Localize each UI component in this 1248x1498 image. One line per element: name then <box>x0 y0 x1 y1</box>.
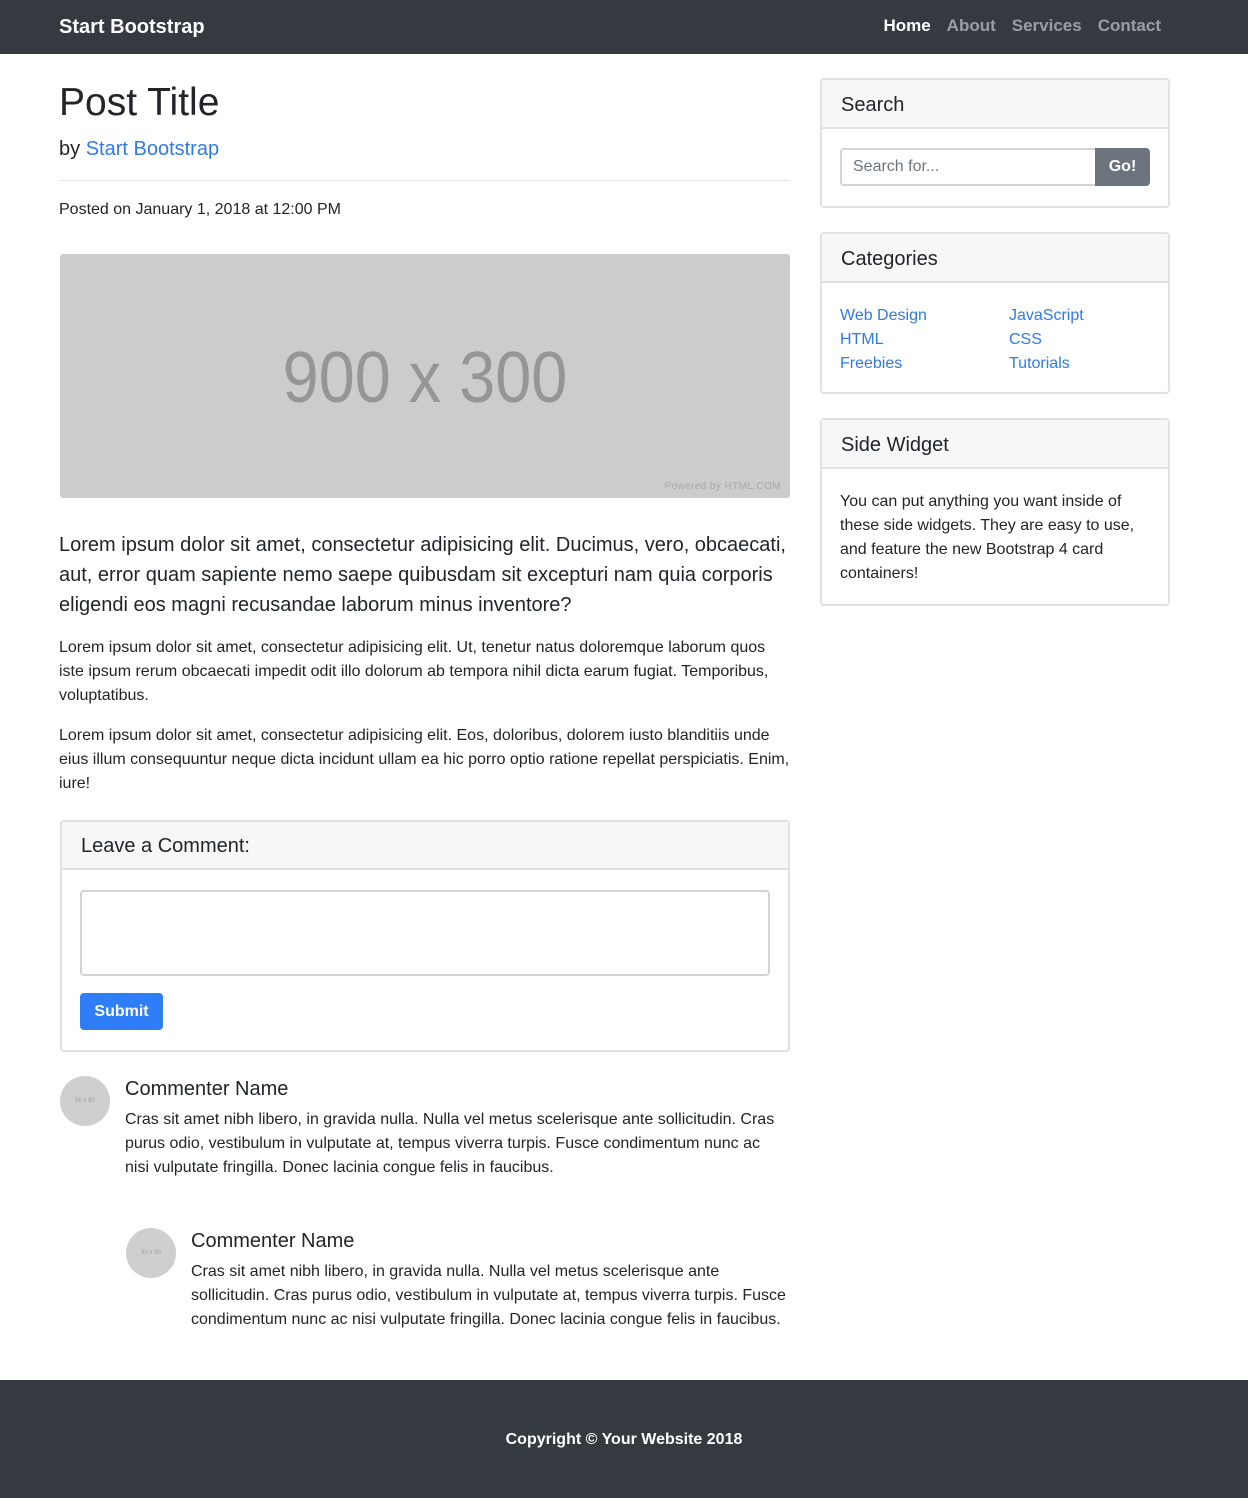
comment-body: Cras sit amet nibh libero, in gravida nu… <box>125 1111 775 1176</box>
nav-link-home[interactable]: Home <box>883 15 930 37</box>
avatar: 50 x 50 <box>60 1076 110 1126</box>
nav-link-services[interactable]: Services <box>1012 15 1082 37</box>
category-link-css[interactable]: CSS <box>1009 328 1084 352</box>
search-go-button[interactable]: Go! <box>1095 148 1150 186</box>
side-widget-title: Side Widget <box>822 420 1168 469</box>
commenter-name: Commenter Name <box>191 1230 355 1252</box>
post-lead: Lorem ipsum dolor sit amet, consectetur … <box>59 534 786 616</box>
navbar-brand[interactable]: Start Bootstrap <box>59 14 205 40</box>
comment-form-title: Leave a Comment: <box>62 822 788 870</box>
categories-card-title: Categories <box>822 234 1168 283</box>
comment-body: Cras sit amet nibh libero, in gravida nu… <box>191 1263 786 1328</box>
navbar: Start Bootstrap Home About Services Cont… <box>0 0 1248 54</box>
category-list-left: Web Design HTML Freebies <box>840 304 927 376</box>
category-link-html[interactable]: HTML <box>840 328 927 352</box>
comment-textarea[interactable] <box>80 890 770 976</box>
category-link-javascript[interactable]: JavaScript <box>1009 304 1084 328</box>
byline-prefix: by <box>59 138 81 160</box>
search-card: Search Go! <box>820 78 1170 208</box>
image-placeholder-text: 900 x 300 <box>282 338 568 418</box>
category-link-tutorials[interactable]: Tutorials <box>1009 352 1084 376</box>
divider <box>59 180 790 181</box>
post-paragraph: Lorem ipsum dolor sit amet, consectetur … <box>59 727 790 792</box>
category-link-freebies[interactable]: Freebies <box>840 352 927 376</box>
commenter-name: Commenter Name <box>125 1078 289 1100</box>
nav-links: Home About Services Contact <box>883 15 1161 37</box>
side-widget-card: Side Widget You can put anything you wan… <box>820 418 1170 606</box>
post-paragraph: Lorem ipsum dolor sit amet, consectetur … <box>59 639 769 704</box>
search-card-title: Search <box>822 80 1168 129</box>
post-image-placeholder: 900 x 300 Powered by HTML.COM <box>60 254 790 498</box>
search-input[interactable] <box>840 148 1095 186</box>
category-link-web-design[interactable]: Web Design <box>840 304 927 328</box>
nav-link-about[interactable]: About <box>947 15 996 37</box>
post-title: Post Title <box>59 81 220 124</box>
category-list-right: JavaScript CSS Tutorials <box>1009 304 1084 376</box>
copyright-text: Copyright © Your Website 2018 <box>505 1431 743 1448</box>
post-byline: by Start Bootstrap <box>59 136 219 162</box>
categories-card: Categories Web Design HTML Freebies Java… <box>820 232 1170 394</box>
author-link[interactable]: Start Bootstrap <box>86 138 219 160</box>
avatar: 50 x 50 <box>126 1228 176 1278</box>
posted-date: Posted on January 1, 2018 at 12:00 PM <box>59 201 341 218</box>
submit-button[interactable]: Submit <box>80 993 163 1030</box>
footer: Copyright © Your Website 2018 <box>0 1380 1248 1498</box>
nav-link-contact[interactable]: Contact <box>1098 15 1161 37</box>
side-widget-text: You can put anything you want inside of … <box>840 493 1135 582</box>
image-credit: Powered by HTML.COM <box>664 481 781 492</box>
comment-form-card: Leave a Comment: Submit <box>60 820 790 1052</box>
